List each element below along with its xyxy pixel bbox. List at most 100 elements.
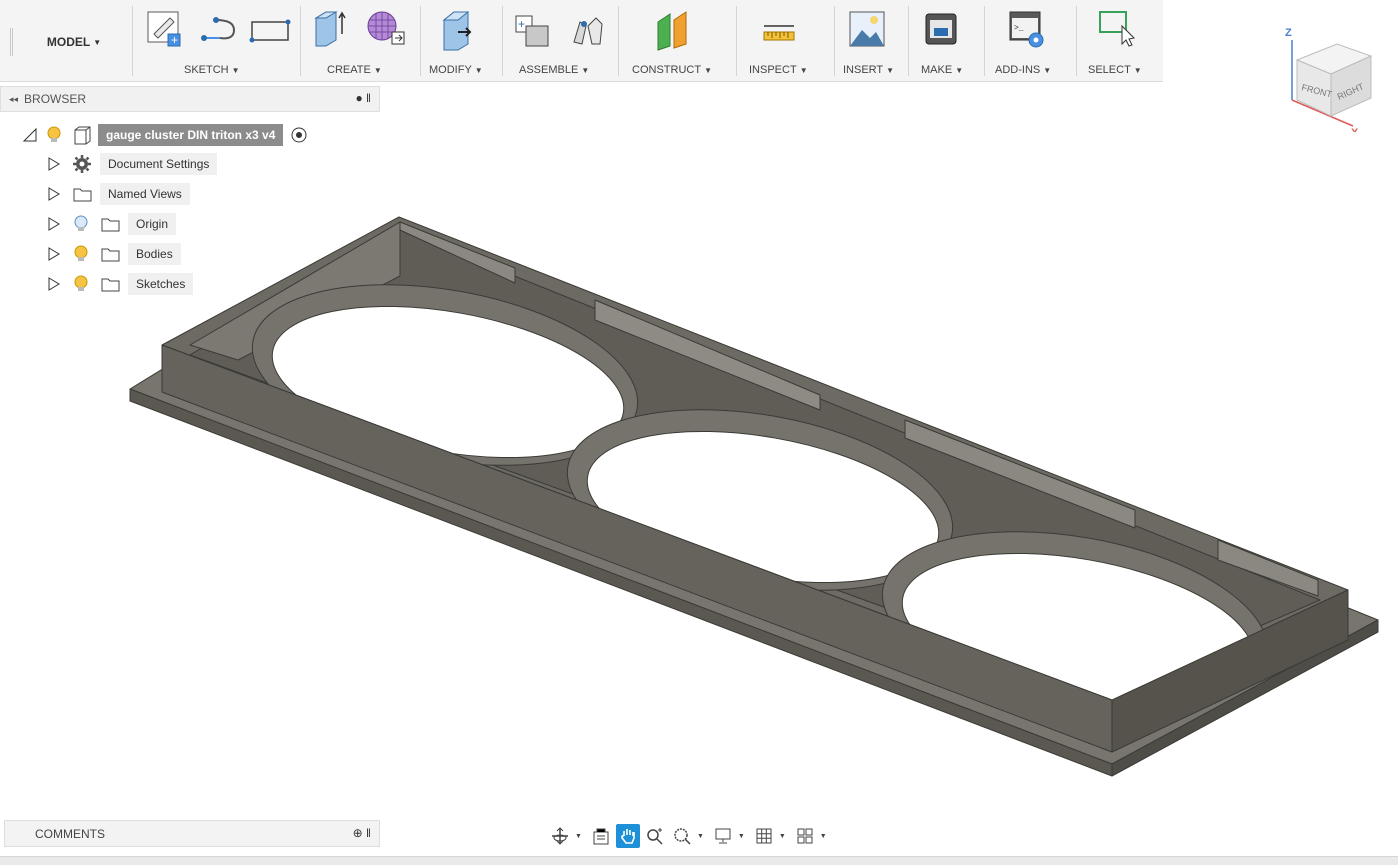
new-component-icon[interactable]: +: [515, 15, 549, 47]
chevron-down-icon[interactable]: ▼: [697, 833, 704, 840]
create-sketch-icon[interactable]: +: [147, 11, 181, 47]
axis-z-label: Z: [1285, 27, 1292, 39]
status-bar: [0, 856, 1398, 865]
assemble-tools: +: [515, 15, 603, 47]
expand-triangle-icon[interactable]: [46, 186, 62, 202]
assemble-menu[interactable]: ASSEMBLE ▼: [519, 64, 589, 76]
display-settings-button[interactable]: [711, 824, 735, 848]
expanded-triangle-icon[interactable]: [22, 127, 38, 143]
chevron-down-icon[interactable]: ▼: [575, 833, 582, 840]
rectangle-tool-icon[interactable]: [249, 19, 291, 43]
root-component-label[interactable]: gauge cluster DIN triton x3 v4: [98, 124, 284, 146]
workspace-label: MODEL: [46, 35, 91, 49]
folder-icon: [101, 248, 120, 262]
press-pull-icon[interactable]: [440, 8, 480, 56]
gauge-cluster-body[interactable]: [129, 216, 1379, 777]
main-toolbar: MODEL ▼ + SKETCH ▼ CREATE ▼ MODIFY ▼ + A…: [0, 0, 1163, 82]
sketch-tools: +: [147, 11, 291, 47]
toolbar-separator: [834, 6, 835, 76]
insert-menu[interactable]: INSERT ▼: [843, 64, 894, 76]
look-at-icon: [593, 828, 609, 845]
comments-panel[interactable]: COMMENTS ⊕ ‖: [4, 820, 380, 847]
svg-text:>_: >_: [1014, 24, 1024, 33]
expand-triangle-icon[interactable]: [46, 156, 62, 172]
viewports-icon: [797, 828, 813, 844]
svg-text:+: +: [171, 33, 178, 47]
expand-triangle-icon[interactable]: [46, 246, 62, 262]
zoom-icon: [647, 828, 663, 845]
collapse-panel-icon[interactable]: ◂◂: [9, 94, 18, 105]
line-tool-icon[interactable]: [201, 17, 236, 41]
3d-print-icon[interactable]: [922, 8, 962, 56]
comments-title: COMMENTS: [35, 826, 105, 841]
insert-image-icon[interactable]: [848, 8, 888, 56]
pan-button[interactable]: [615, 824, 640, 848]
navigation-bar: ▼ ▼ ▼ ▼ ▼: [548, 822, 831, 850]
addins-menu[interactable]: ADD-INS ▼: [995, 64, 1051, 76]
form-icon[interactable]: [367, 11, 405, 45]
add-comment-icon[interactable]: ⊕ ‖: [353, 826, 371, 840]
grid-snaps-button[interactable]: [752, 824, 776, 848]
look-at-button[interactable]: [589, 824, 613, 848]
viewports-button[interactable]: [793, 824, 817, 848]
expand-triangle-icon[interactable]: [46, 216, 62, 232]
modify-menu[interactable]: MODIFY ▼: [429, 64, 483, 76]
toolbar-grip[interactable]: [10, 28, 13, 56]
workspace-switcher-button[interactable]: MODEL ▼: [20, 4, 128, 80]
toolbar-separator: [736, 6, 737, 76]
tree-item-named-views[interactable]: Named Views: [46, 183, 190, 205]
orbit-icon: [552, 827, 568, 845]
sketch-menu[interactable]: SKETCH ▼: [184, 64, 240, 76]
tree-item-label: Named Views: [100, 183, 190, 205]
tree-item-origin[interactable]: Origin: [46, 213, 177, 235]
inspect-menu[interactable]: INSPECT ▼: [749, 64, 808, 76]
tree-item-bodies[interactable]: Bodies: [46, 243, 181, 265]
tree-item-label: Sketches: [128, 273, 194, 295]
tree-item-label: Origin: [128, 213, 177, 235]
lightbulb-on-icon[interactable]: [46, 125, 72, 145]
joint-icon[interactable]: [573, 17, 603, 45]
toolbar-separator: [132, 6, 133, 76]
fit-button[interactable]: [670, 824, 694, 848]
folder-icon: [73, 188, 92, 202]
orbit-button[interactable]: [548, 824, 572, 848]
scripts-addins-icon[interactable]: >_: [1008, 8, 1048, 56]
create-menu[interactable]: CREATE ▼: [327, 64, 382, 76]
window-select-icon[interactable]: [1096, 8, 1140, 56]
folder-icon: [101, 218, 120, 232]
tree-item-sketches[interactable]: Sketches: [46, 273, 194, 295]
tree-item-label: Bodies: [128, 243, 181, 265]
expand-triangle-icon[interactable]: [46, 276, 62, 292]
chevron-down-icon[interactable]: ▼: [779, 833, 786, 840]
toolbar-separator: [1076, 6, 1077, 76]
extrude-icon[interactable]: [314, 11, 346, 47]
chevron-down-icon[interactable]: ▼: [738, 833, 745, 840]
lightbulb-off-icon[interactable]: [72, 214, 94, 234]
toolbar-separator: [420, 6, 421, 76]
view-cube[interactable]: Z X FRONT RIGHT: [1283, 22, 1383, 132]
tree-item-label: Document Settings: [100, 153, 218, 175]
measure-icon[interactable]: [760, 8, 800, 56]
axis-x-label: X: [1351, 127, 1359, 132]
folder-icon: [101, 278, 120, 292]
construct-menu[interactable]: CONSTRUCT ▼: [632, 64, 712, 76]
select-menu[interactable]: SELECT ▼: [1088, 64, 1142, 76]
tree-item-document-settings[interactable]: Document Settings: [46, 153, 218, 175]
lightbulb-on-icon[interactable]: [72, 244, 94, 264]
activate-component-icon[interactable]: [287, 125, 311, 145]
pin-panel-icon[interactable]: ● ‖: [355, 91, 371, 105]
browser-title: BROWSER: [24, 92, 87, 106]
zoom-button[interactable]: [643, 824, 667, 848]
chevron-down-icon: ▼: [93, 37, 102, 47]
display-settings-icon: [715, 828, 731, 844]
offset-plane-icon[interactable]: [654, 8, 694, 56]
pan-hand-icon: [621, 829, 635, 844]
lightbulb-on-icon[interactable]: [72, 274, 94, 294]
grid-icon: [756, 828, 772, 844]
chevron-down-icon[interactable]: ▼: [820, 833, 827, 840]
make-menu[interactable]: MAKE ▼: [921, 64, 963, 76]
toolbar-separator: [618, 6, 619, 76]
tree-root-row[interactable]: gauge cluster DIN triton x3 v4: [22, 124, 311, 146]
toolbar-separator: [300, 6, 301, 76]
browser-panel-header[interactable]: ◂◂ BROWSER ● ‖: [0, 86, 380, 112]
